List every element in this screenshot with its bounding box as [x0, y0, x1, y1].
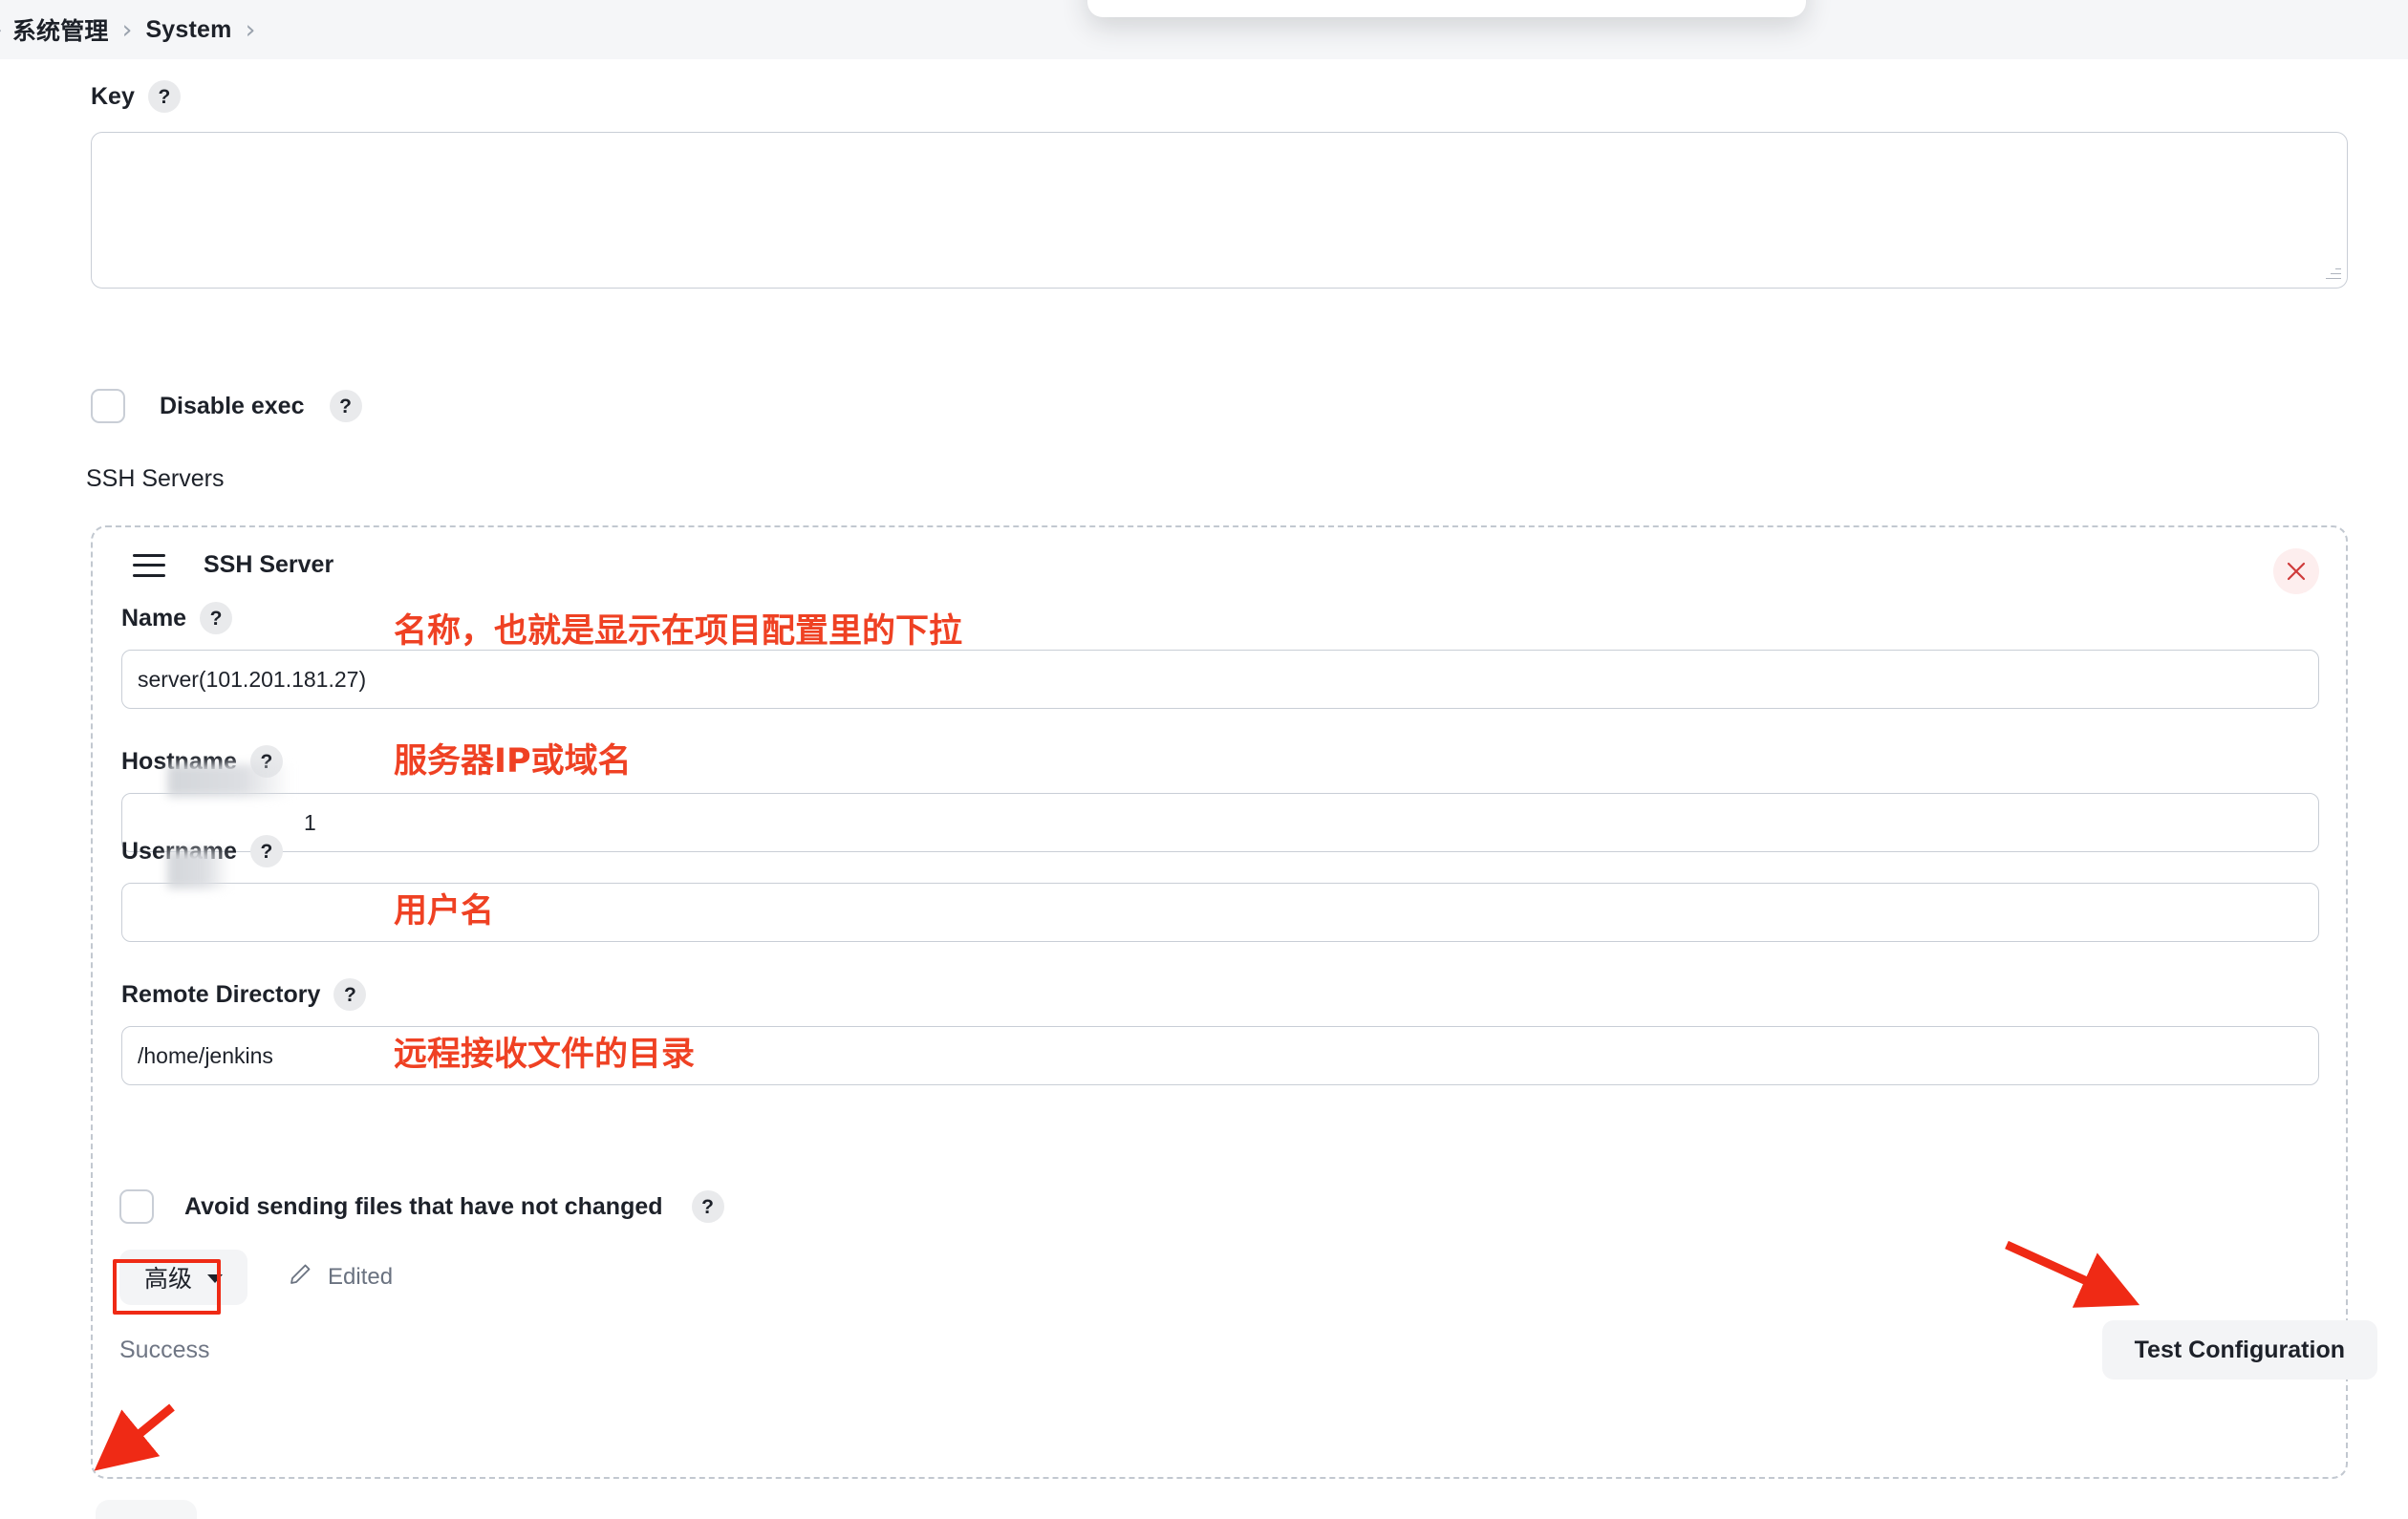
page-content: Key ? Disable exec ? SSH Servers SSH Ser… [0, 59, 2408, 1519]
hostname-label: Hostname [121, 747, 237, 775]
advanced-row: 高级 Edited [119, 1250, 393, 1305]
disable-exec-label: Disable exec [160, 392, 305, 419]
chevron-right-icon: › [0, 17, 12, 43]
key-label-row: Key ? [91, 80, 181, 113]
test-configuration-button[interactable]: Test Configuration [2101, 1320, 2377, 1380]
close-icon[interactable] [2273, 548, 2319, 594]
help-icon[interactable]: ? [147, 80, 181, 113]
key-textarea[interactable] [91, 132, 2348, 289]
username-label-row: Username ? [121, 835, 2319, 867]
ssh-server-card-header: SSH Server [133, 551, 333, 579]
name-input[interactable] [121, 650, 2319, 709]
breadcrumb-item-system-management[interactable]: 系统管理 [12, 12, 109, 47]
key-label: Key [91, 82, 135, 110]
name-label-row: Name ? [121, 602, 2319, 634]
avoid-sending-label: Avoid sending files that have not change… [184, 1192, 663, 1220]
help-icon[interactable]: ? [329, 390, 362, 422]
help-icon[interactable]: ? [249, 835, 283, 867]
remote-directory-field-group: Remote Directory ? [121, 978, 2319, 1085]
hostname-label-row: Hostname ? [121, 745, 2319, 778]
help-icon[interactable]: ? [249, 745, 283, 778]
username-label: Username [121, 837, 237, 865]
username-field-group: Username ? [121, 835, 2319, 942]
drag-handle-icon[interactable] [133, 553, 165, 577]
disable-exec-checkbox[interactable] [91, 389, 125, 423]
chevron-down-icon [207, 1274, 224, 1283]
name-label: Name [121, 604, 187, 631]
chevron-right-icon: › [245, 14, 256, 45]
status-badge: Success [119, 1337, 210, 1363]
breadcrumb-item-system[interactable]: System [145, 16, 231, 44]
avoid-sending-checkbox[interactable] [119, 1189, 154, 1224]
help-icon[interactable]: ? [691, 1190, 724, 1223]
remote-directory-input[interactable] [121, 1026, 2319, 1085]
avoid-sending-row[interactable]: Avoid sending files that have not change… [119, 1189, 724, 1224]
username-input[interactable] [121, 883, 2319, 942]
floating-panel [1087, 0, 1806, 17]
disable-exec-row[interactable]: Disable exec ? [91, 389, 362, 423]
ssh-servers-section-title: SSH Servers [86, 465, 225, 492]
advanced-button-label: 高级 [144, 1266, 193, 1293]
add-button[interactable]: 新增 [96, 1500, 197, 1519]
edited-indicator: Edited [288, 1262, 393, 1294]
edited-label: Edited [328, 1264, 394, 1290]
pencil-icon [288, 1262, 312, 1294]
advanced-button[interactable]: 高级 [119, 1250, 248, 1305]
remote-directory-label: Remote Directory [121, 980, 321, 1008]
help-icon[interactable]: ? [200, 602, 233, 634]
ssh-server-card-title: SSH Server [204, 551, 334, 578]
help-icon[interactable]: ? [333, 978, 367, 1011]
name-field-group: Name ? [121, 602, 2319, 709]
chevron-right-icon: › [121, 14, 133, 45]
remote-directory-label-row: Remote Directory ? [121, 978, 2319, 1011]
ssh-server-card: SSH Server Name ? Hostname ? [91, 525, 2348, 1479]
